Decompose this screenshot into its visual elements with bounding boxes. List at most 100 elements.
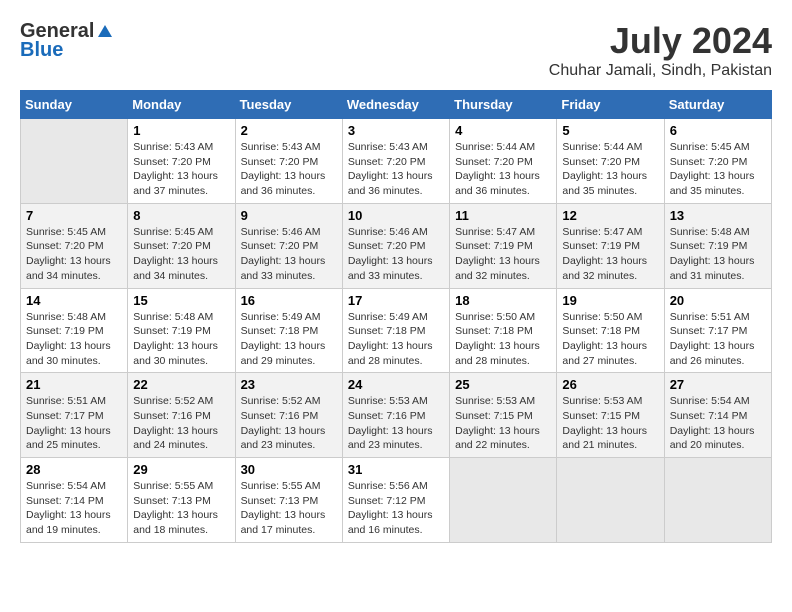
day-info: Sunrise: 5:44 AMSunset: 7:20 PMDaylight:… <box>562 140 658 199</box>
calendar-cell: 9 Sunrise: 5:46 AMSunset: 7:20 PMDaylight… <box>235 203 342 288</box>
day-info: Sunrise: 5:56 AMSunset: 7:12 PMDaylight:… <box>348 479 444 538</box>
calendar-cell: 31 Sunrise: 5:56 AMSunset: 7:12 PMDayligh… <box>342 458 449 543</box>
logo-blue-text: Blue <box>20 39 63 62</box>
header-wednesday: Wednesday <box>342 91 449 119</box>
calendar-header-row: SundayMondayTuesdayWednesdayThursdayFrid… <box>21 91 772 119</box>
day-info: Sunrise: 5:48 AMSunset: 7:19 PMDaylight:… <box>26 310 122 369</box>
calendar-cell: 23Sunrise: 5:52 AMSunset: 7:16 PMDayligh… <box>235 373 342 458</box>
calendar-cell: 5 Sunrise: 5:44 AMSunset: 7:20 PMDaylight… <box>557 119 664 204</box>
day-number: 24 <box>348 377 444 392</box>
day-info: Sunrise: 5:43 AMSunset: 7:20 PMDaylight:… <box>133 140 229 199</box>
calendar-cell: 18 Sunrise: 5:50 AMSunset: 7:18 PMDayligh… <box>450 288 557 373</box>
calendar-table: SundayMondayTuesdayWednesdayThursdayFrid… <box>20 90 772 543</box>
day-number: 20 <box>670 293 766 308</box>
title-area: July 2024 Chuhar Jamali, Sindh, Pakistan <box>549 20 772 80</box>
day-number: 23 <box>241 377 337 392</box>
calendar-cell: 7 Sunrise: 5:45 AMSunset: 7:20 PMDaylight… <box>21 203 128 288</box>
day-number: 5 <box>562 123 658 138</box>
calendar-cell: 13 Sunrise: 5:48 AMSunset: 7:19 PMDayligh… <box>664 203 771 288</box>
day-number: 27 <box>670 377 766 392</box>
day-number: 21 <box>26 377 122 392</box>
header-tuesday: Tuesday <box>235 91 342 119</box>
day-info: Sunrise: 5:50 AMSunset: 7:18 PMDaylight:… <box>455 310 551 369</box>
calendar-cell: 3 Sunrise: 5:43 AMSunset: 7:20 PMDaylight… <box>342 119 449 204</box>
day-info: Sunrise: 5:45 AMSunset: 7:20 PMDaylight:… <box>26 225 122 284</box>
day-info: Sunrise: 5:53 AMSunset: 7:15 PMDaylight:… <box>455 394 551 453</box>
page-header: General Blue July 2024 Chuhar Jamali, Si… <box>20 20 772 80</box>
calendar-week-1: 1 Sunrise: 5:43 AMSunset: 7:20 PMDaylight… <box>21 119 772 204</box>
day-info: Sunrise: 5:46 AMSunset: 7:20 PMDaylight:… <box>241 225 337 284</box>
calendar-cell: 10 Sunrise: 5:46 AMSunset: 7:20 PMDayligh… <box>342 203 449 288</box>
location: Chuhar Jamali, Sindh, Pakistan <box>549 62 772 80</box>
calendar-cell: 8 Sunrise: 5:45 AMSunset: 7:20 PMDaylight… <box>128 203 235 288</box>
day-number: 12 <box>562 208 658 223</box>
calendar-cell <box>664 458 771 543</box>
day-number: 14 <box>26 293 122 308</box>
day-number: 9 <box>241 208 337 223</box>
day-info: Sunrise: 5:49 AMSunset: 7:18 PMDaylight:… <box>348 310 444 369</box>
calendar-cell: 6 Sunrise: 5:45 AMSunset: 7:20 PMDaylight… <box>664 119 771 204</box>
day-number: 26 <box>562 377 658 392</box>
day-number: 19 <box>562 293 658 308</box>
calendar-cell: 21Sunrise: 5:51 AMSunset: 7:17 PMDayligh… <box>21 373 128 458</box>
calendar-week-5: 28 Sunrise: 5:54 AMSunset: 7:14 PMDayligh… <box>21 458 772 543</box>
day-info: Sunrise: 5:43 AMSunset: 7:20 PMDaylight:… <box>348 140 444 199</box>
logo-icon <box>96 23 114 41</box>
day-number: 28 <box>26 462 122 477</box>
calendar-week-3: 14 Sunrise: 5:48 AMSunset: 7:19 PMDayligh… <box>21 288 772 373</box>
logo: General Blue <box>20 20 114 62</box>
day-number: 16 <box>241 293 337 308</box>
day-number: 17 <box>348 293 444 308</box>
calendar-cell: 2 Sunrise: 5:43 AMSunset: 7:20 PMDaylight… <box>235 119 342 204</box>
day-info: Sunrise: 5:54 AMSunset: 7:14 PMDaylight:… <box>26 479 122 538</box>
header-sunday: Sunday <box>21 91 128 119</box>
day-number: 2 <box>241 123 337 138</box>
day-info: Sunrise: 5:52 AMSunset: 7:16 PMDaylight:… <box>133 394 229 453</box>
day-info: Sunrise: 5:47 AMSunset: 7:19 PMDaylight:… <box>562 225 658 284</box>
day-number: 30 <box>241 462 337 477</box>
day-number: 6 <box>670 123 766 138</box>
calendar-cell: 15Sunrise: 5:48 AMSunset: 7:19 PMDayligh… <box>128 288 235 373</box>
day-number: 3 <box>348 123 444 138</box>
day-number: 4 <box>455 123 551 138</box>
day-number: 25 <box>455 377 551 392</box>
day-info: Sunrise: 5:46 AMSunset: 7:20 PMDaylight:… <box>348 225 444 284</box>
day-number: 18 <box>455 293 551 308</box>
calendar-cell: 1 Sunrise: 5:43 AMSunset: 7:20 PMDaylight… <box>128 119 235 204</box>
day-number: 8 <box>133 208 229 223</box>
day-number: 11 <box>455 208 551 223</box>
header-thursday: Thursday <box>450 91 557 119</box>
day-info: Sunrise: 5:47 AMSunset: 7:19 PMDaylight:… <box>455 225 551 284</box>
day-number: 1 <box>133 123 229 138</box>
calendar-cell: 27 Sunrise: 5:54 AMSunset: 7:14 PMDayligh… <box>664 373 771 458</box>
calendar-cell: 11 Sunrise: 5:47 AMSunset: 7:19 PMDayligh… <box>450 203 557 288</box>
day-number: 7 <box>26 208 122 223</box>
calendar-cell <box>557 458 664 543</box>
calendar-cell: 17 Sunrise: 5:49 AMSunset: 7:18 PMDayligh… <box>342 288 449 373</box>
day-info: Sunrise: 5:54 AMSunset: 7:14 PMDaylight:… <box>670 394 766 453</box>
day-number: 31 <box>348 462 444 477</box>
calendar-week-4: 21Sunrise: 5:51 AMSunset: 7:17 PMDayligh… <box>21 373 772 458</box>
calendar-cell: 26Sunrise: 5:53 AMSunset: 7:15 PMDayligh… <box>557 373 664 458</box>
calendar-cell: 19Sunrise: 5:50 AMSunset: 7:18 PMDayligh… <box>557 288 664 373</box>
calendar-cell: 30 Sunrise: 5:55 AMSunset: 7:13 PMDayligh… <box>235 458 342 543</box>
day-info: Sunrise: 5:55 AMSunset: 7:13 PMDaylight:… <box>133 479 229 538</box>
calendar-cell: 14 Sunrise: 5:48 AMSunset: 7:19 PMDayligh… <box>21 288 128 373</box>
day-number: 22 <box>133 377 229 392</box>
day-number: 15 <box>133 293 229 308</box>
day-number: 13 <box>670 208 766 223</box>
day-info: Sunrise: 5:53 AMSunset: 7:16 PMDaylight:… <box>348 394 444 453</box>
day-info: Sunrise: 5:55 AMSunset: 7:13 PMDaylight:… <box>241 479 337 538</box>
calendar-cell: 16Sunrise: 5:49 AMSunset: 7:18 PMDayligh… <box>235 288 342 373</box>
day-info: Sunrise: 5:43 AMSunset: 7:20 PMDaylight:… <box>241 140 337 199</box>
calendar-cell: 24 Sunrise: 5:53 AMSunset: 7:16 PMDayligh… <box>342 373 449 458</box>
header-friday: Friday <box>557 91 664 119</box>
day-info: Sunrise: 5:48 AMSunset: 7:19 PMDaylight:… <box>670 225 766 284</box>
day-info: Sunrise: 5:45 AMSunset: 7:20 PMDaylight:… <box>670 140 766 199</box>
day-number: 10 <box>348 208 444 223</box>
calendar-cell: 29 Sunrise: 5:55 AMSunset: 7:13 PMDayligh… <box>128 458 235 543</box>
day-number: 29 <box>133 462 229 477</box>
calendar-week-2: 7 Sunrise: 5:45 AMSunset: 7:20 PMDaylight… <box>21 203 772 288</box>
month-title: July 2024 <box>549 20 772 62</box>
day-info: Sunrise: 5:45 AMSunset: 7:20 PMDaylight:… <box>133 225 229 284</box>
